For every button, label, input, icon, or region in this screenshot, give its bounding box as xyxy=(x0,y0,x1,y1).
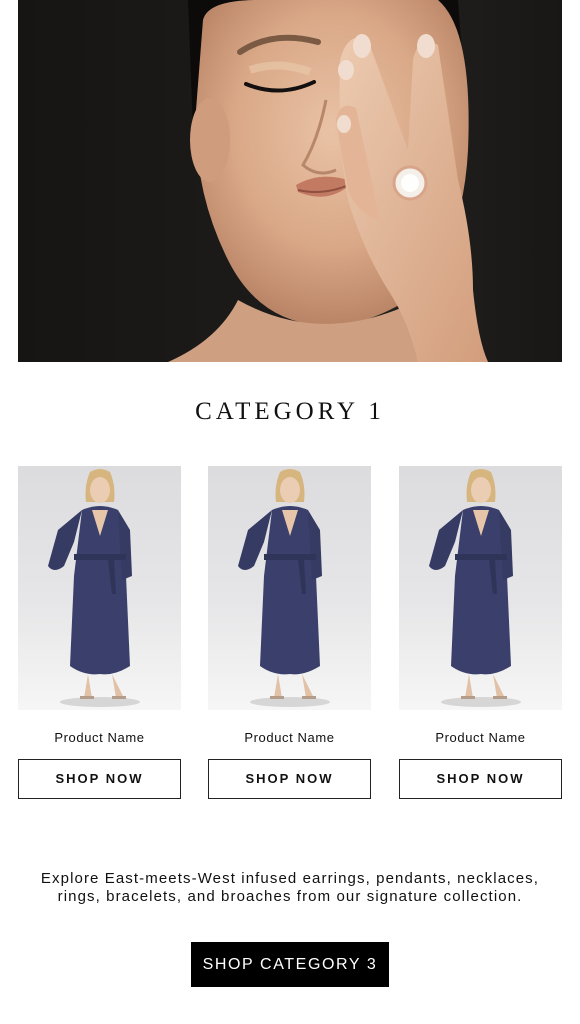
product-name[interactable]: Product Name xyxy=(18,730,181,746)
product-card: Product Name SHOP NOW xyxy=(18,466,181,799)
product-image[interactable] xyxy=(208,466,371,710)
robe-model-photo xyxy=(429,469,521,707)
robe-model-photo xyxy=(48,469,140,707)
shop-now-button[interactable]: SHOP NOW xyxy=(208,759,371,799)
shop-now-button[interactable]: SHOP NOW xyxy=(18,759,181,799)
category-description: Explore East-meets-West infused earrings… xyxy=(40,870,540,905)
robe-model-photo xyxy=(238,469,330,707)
product-name[interactable]: Product Name xyxy=(399,730,562,746)
product-card: Product Name SHOP NOW xyxy=(399,466,562,799)
product-image[interactable] xyxy=(18,466,181,710)
product-card: Product Name SHOP NOW xyxy=(208,466,371,799)
hero-portrait-image xyxy=(168,0,488,362)
product-name[interactable]: Product Name xyxy=(208,730,371,746)
shop-category-button[interactable]: SHOP CATEGORY 3 xyxy=(191,942,389,987)
product-image[interactable] xyxy=(399,466,562,710)
shop-now-button[interactable]: SHOP NOW xyxy=(399,759,562,799)
product-grid: Product Name SHOP NOW Product Name SHOP xyxy=(18,466,562,806)
category-title: CATEGORY 1 xyxy=(195,398,385,425)
hero-image xyxy=(18,0,562,362)
